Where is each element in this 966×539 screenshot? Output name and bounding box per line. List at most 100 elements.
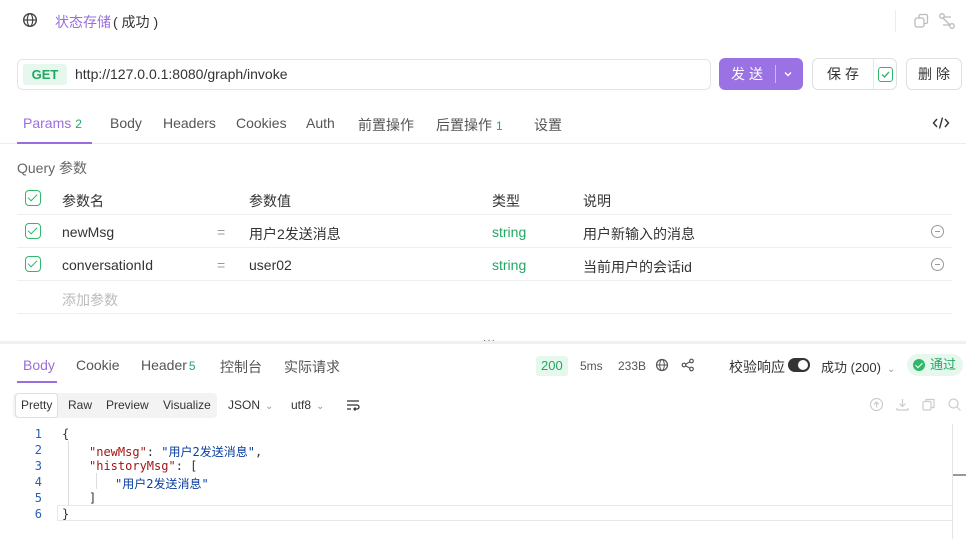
code-icon[interactable]	[932, 115, 950, 131]
divider	[895, 10, 896, 32]
table-row: conversationId = user02 string 当前用户的会话id	[17, 248, 952, 281]
format-raw[interactable]: Raw	[63, 393, 97, 418]
tab-label: Headers	[163, 115, 216, 131]
tab-cookies[interactable]: Cookies	[236, 115, 287, 131]
send-label: 发送	[731, 66, 767, 82]
tab-pre-ops[interactable]: 前置操作	[358, 115, 414, 135]
format-visualize[interactable]: Visualize	[158, 393, 216, 418]
copy-icon[interactable]	[912, 12, 930, 30]
tab-res-console[interactable]: 控制台	[220, 357, 262, 377]
param-value[interactable]: 用户2发送消息	[249, 224, 341, 244]
request-tabs: Params 2 Body Headers Cookies Auth 前置操作 后…	[0, 102, 966, 144]
tab-res-cookie[interactable]: Cookie	[76, 357, 120, 373]
tab-res-actual-request[interactable]: 实际请求	[284, 357, 340, 377]
result-select[interactable]: 成功 (200) ⌄	[821, 357, 895, 376]
query-section-title: Query 参数	[17, 160, 88, 176]
tab-auth[interactable]: Auth	[306, 115, 335, 131]
active-tab-indicator	[17, 381, 57, 383]
indent-guide	[96, 473, 97, 489]
format-pretty[interactable]: Pretty	[15, 393, 59, 418]
response-size: 233B	[618, 359, 647, 373]
tab-res-body[interactable]: Body	[23, 357, 55, 373]
column-header: 参数值	[249, 193, 291, 209]
param-value[interactable]: user02	[249, 257, 292, 273]
scrollbar-thumb[interactable]	[953, 474, 966, 476]
wrap-lines-icon[interactable]	[345, 398, 361, 412]
table-header: 参数名 参数值 类型 说明	[17, 182, 952, 215]
tab-headers[interactable]: Headers	[163, 115, 216, 131]
result-select-value: 成功 (200)	[821, 360, 881, 375]
share-icon[interactable]	[681, 358, 695, 372]
row-checkbox[interactable]	[25, 223, 41, 239]
indent-guide	[68, 441, 69, 505]
format-preview[interactable]: Preview	[101, 393, 154, 418]
copy-icon[interactable]	[921, 397, 936, 412]
save-check-icon[interactable]	[878, 67, 893, 82]
tab-badge: 1	[496, 119, 503, 133]
save-label: 保存	[827, 66, 863, 82]
code-line: "historyMsg": [	[89, 459, 198, 473]
search-icon[interactable]	[947, 397, 962, 412]
row-checkbox[interactable]	[25, 256, 41, 272]
tab-label: Header	[141, 357, 187, 373]
current-line-highlight	[57, 505, 953, 521]
delete-button[interactable]: 删除	[906, 58, 962, 90]
tab-label: Cookie	[76, 357, 120, 373]
divider	[873, 59, 874, 89]
param-name[interactable]: newMsg	[62, 224, 114, 240]
json-key: "newMsg"	[89, 445, 147, 459]
column-header: 说明	[583, 193, 611, 209]
format-type-value: JSON	[228, 398, 261, 412]
select-all-checkbox[interactable]	[25, 190, 41, 206]
upload-icon[interactable]	[869, 397, 884, 412]
tab-res-header[interactable]: Header 5	[141, 357, 196, 373]
divider	[775, 65, 776, 83]
url-bar[interactable]: GET http://127.0.0.1:8080/graph/invoke	[17, 59, 711, 90]
globe-icon	[22, 12, 38, 28]
validate-response-label: 校验响应	[729, 359, 785, 375]
chevron-down-icon: ⌄	[886, 364, 896, 375]
tab-params[interactable]: Params 2	[23, 115, 82, 131]
param-name[interactable]: conversationId	[62, 257, 153, 273]
format-type-select[interactable]: JSON ⌄	[228, 398, 273, 412]
tab-post-ops[interactable]: 后置操作 1	[436, 115, 503, 135]
tab-label: Params	[23, 115, 72, 131]
pass-label: 通过	[930, 357, 957, 372]
tab-label: 后置操作	[436, 117, 492, 133]
line-number: 5	[34, 491, 42, 505]
active-tab-indicator	[17, 142, 92, 144]
download-icon[interactable]	[895, 397, 910, 412]
line-number: 6	[34, 507, 42, 521]
equals-sign: =	[217, 257, 226, 273]
encoding-value: utf8	[291, 398, 312, 412]
add-param-input[interactable]: 添加参数	[62, 290, 118, 310]
code-token: ]	[89, 491, 97, 505]
save-button[interactable]: 保存	[812, 58, 897, 90]
tab-body[interactable]: Body	[110, 115, 142, 131]
param-type[interactable]: string	[492, 257, 526, 273]
format-toolbar: Pretty Raw Preview Visualize	[13, 393, 217, 418]
url-input[interactable]: http://127.0.0.1:8080/graph/invoke	[75, 66, 288, 82]
param-desc[interactable]: 当前用户的会话id	[583, 257, 692, 277]
code-line: "newMsg": "用户2发送消息",	[89, 445, 263, 459]
flow-icon[interactable]	[938, 12, 956, 30]
validate-toggle[interactable]	[788, 358, 810, 372]
code-line: {	[62, 427, 69, 441]
globe-icon[interactable]	[655, 358, 669, 372]
tab-label: Body	[110, 115, 142, 131]
param-type[interactable]: string	[492, 224, 526, 240]
scrollbar[interactable]	[952, 424, 953, 539]
column-header: 类型	[492, 193, 520, 209]
status-code-badge: 200	[536, 356, 568, 376]
page-title[interactable]: 状态存储	[55, 12, 111, 32]
remove-row-icon[interactable]	[931, 225, 944, 238]
encoding-select[interactable]: utf8 ⌄	[291, 398, 324, 412]
send-button[interactable]: 发送	[719, 58, 803, 90]
method-select[interactable]: GET	[23, 64, 67, 85]
top-bar: 状态存储 ( 成功 )	[0, 0, 966, 42]
param-desc[interactable]: 用户新输入的消息	[583, 224, 695, 244]
table-row: newMsg = 用户2发送消息 string 用户新输入的消息	[17, 215, 952, 248]
chevron-down-icon[interactable]	[781, 67, 795, 81]
tab-settings[interactable]: 设置	[534, 115, 562, 135]
remove-row-icon[interactable]	[931, 258, 944, 271]
